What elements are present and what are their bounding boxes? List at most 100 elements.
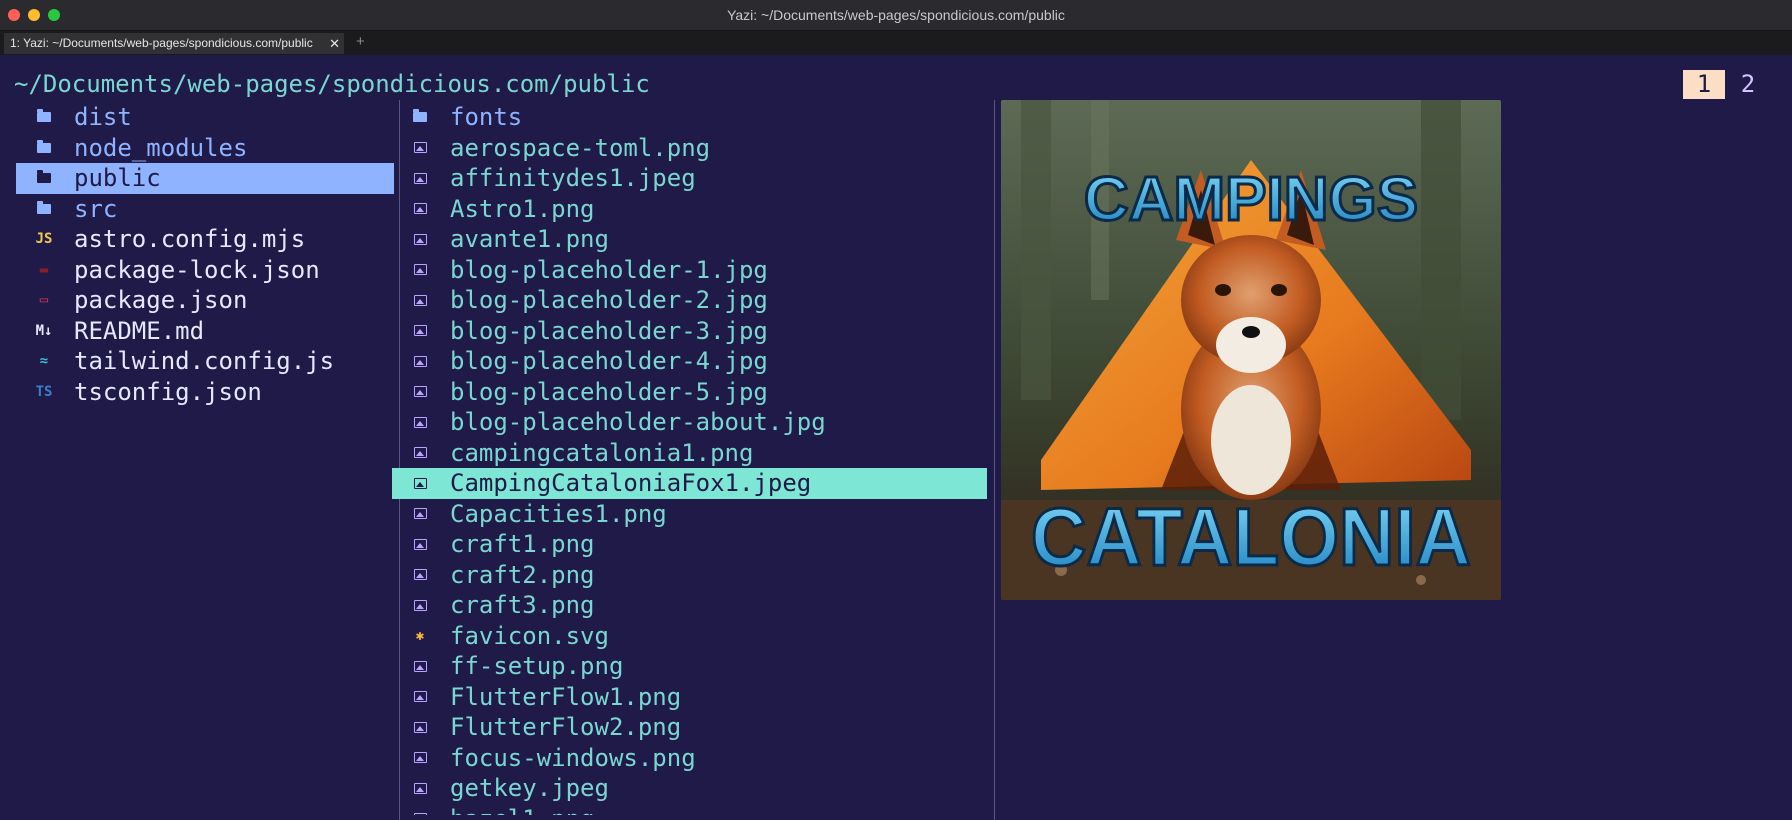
item-name: dist: [74, 103, 132, 132]
list-item[interactable]: campingcatalonia1.png: [392, 438, 987, 469]
list-item[interactable]: craft2.png: [392, 560, 987, 591]
svg-icon: ✱: [415, 627, 425, 644]
list-item[interactable]: blog-placeholder-4.jpg: [392, 346, 987, 377]
workspace-tab-2[interactable]: 2: [1732, 70, 1764, 99]
tab-bar: 1: Yazi: ~/Documents/web-pages/spondicio…: [0, 31, 1792, 55]
tab-yazi[interactable]: 1: Yazi: ~/Documents/web-pages/spondicio…: [4, 33, 344, 54]
list-item[interactable]: src: [16, 194, 394, 225]
list-item[interactable]: getkey.jpeg: [392, 773, 987, 804]
close-tab-icon[interactable]: ✕: [329, 33, 340, 54]
list-item[interactable]: fonts: [392, 102, 987, 133]
item-name: craft1.png: [450, 530, 595, 559]
image-icon: [406, 133, 434, 163]
list-item[interactable]: craft1.png: [392, 529, 987, 560]
item-name: package.json: [74, 286, 248, 315]
list-item[interactable]: ▬ package-lock.json: [16, 255, 394, 286]
image-icon: [406, 743, 434, 773]
image-icon: [406, 316, 434, 346]
list-item[interactable]: hazel1.png: [392, 804, 987, 815]
list-item[interactable]: aerospace-toml.png: [392, 133, 987, 164]
item-name: blog-placeholder-1.jpg: [450, 255, 768, 284]
list-item-selected[interactable]: public: [16, 163, 394, 194]
item-name: focus-windows.png: [450, 743, 696, 772]
item-name: fonts: [450, 103, 523, 132]
image-icon: [406, 407, 434, 437]
list-item[interactable]: ▭ package.json: [16, 285, 394, 316]
list-item[interactable]: focus-windows.png: [392, 743, 987, 774]
item-name: craft3.png: [450, 591, 595, 620]
item-name: CampingCataloniaFox1.jpeg: [450, 469, 812, 498]
list-item[interactable]: blog-placeholder-3.jpg: [392, 316, 987, 347]
list-item[interactable]: affinitydes1.jpeg: [392, 163, 987, 194]
image-icon: [406, 499, 434, 529]
terminal-area: ~/Documents/web-pages/spondicious.com/pu…: [0, 55, 1792, 820]
image-icon: [406, 804, 434, 815]
list-item[interactable]: JS astro.config.mjs: [16, 224, 394, 255]
list-item[interactable]: M↓ README.md: [16, 316, 394, 347]
item-name: blog-placeholder-about.jpg: [450, 408, 826, 437]
item-name: blog-placeholder-5.jpg: [450, 377, 768, 406]
list-item[interactable]: blog-placeholder-1.jpg: [392, 255, 987, 286]
image-icon: [406, 468, 434, 498]
item-name: node_modules: [74, 133, 248, 162]
item-name: astro.config.mjs: [74, 225, 306, 254]
image-icon: [406, 773, 434, 803]
list-item[interactable]: blog-placeholder-about.jpg: [392, 407, 987, 438]
npm-icon: ▬: [39, 261, 49, 278]
item-name: affinitydes1.jpeg: [450, 164, 696, 193]
window-title: Yazi: ~/Documents/web-pages/spondicious.…: [727, 7, 1065, 23]
parent-pane: dist node_modules public src JS astro.config.…: [16, 102, 394, 502]
item-name: craft2.png: [450, 560, 595, 589]
image-icon: [406, 346, 434, 376]
list-item[interactable]: Astro1.png: [392, 194, 987, 225]
tailwind-icon: ≈: [39, 353, 49, 370]
image-icon: [406, 529, 434, 559]
image-icon: [406, 285, 434, 315]
list-item[interactable]: node_modules: [16, 133, 394, 164]
list-item[interactable]: ✱ favicon.svg: [392, 621, 987, 652]
image-preview: CAMPINGS CATALONIA: [1001, 100, 1501, 600]
item-name: tsconfig.json: [74, 377, 262, 406]
current-path: ~/Documents/web-pages/spondicious.com/pu…: [14, 70, 650, 98]
image-icon: [406, 682, 434, 712]
image-icon: [406, 560, 434, 590]
image-icon: [406, 194, 434, 224]
item-name: ff-setup.png: [450, 652, 624, 681]
item-name: package-lock.json: [74, 255, 320, 284]
item-name: blog-placeholder-3.jpg: [450, 316, 768, 345]
pane-divider: [994, 100, 995, 820]
list-item[interactable]: craft3.png: [392, 590, 987, 621]
list-item[interactable]: Capacities1.png: [392, 499, 987, 530]
preview-bottom-text: CATALONIA: [1031, 492, 1471, 583]
list-item[interactable]: avante1.png: [392, 224, 987, 255]
item-name: FlutterFlow2.png: [450, 713, 682, 742]
list-item[interactable]: ≈ tailwind.config.js: [16, 346, 394, 377]
fox-preview-image: CAMPINGS CATALONIA: [1001, 100, 1501, 600]
item-name: getkey.jpeg: [450, 774, 609, 803]
item-name: Capacities1.png: [450, 499, 667, 528]
item-name: Astro1.png: [450, 194, 595, 223]
item-name: FlutterFlow1.png: [450, 682, 682, 711]
list-item[interactable]: blog-placeholder-5.jpg: [392, 377, 987, 408]
workspace-tab-1[interactable]: 1: [1683, 70, 1725, 99]
typescript-icon: TS: [35, 383, 53, 400]
list-item[interactable]: FlutterFlow1.png: [392, 682, 987, 713]
image-icon: [406, 438, 434, 468]
list-item[interactable]: ff-setup.png: [392, 651, 987, 682]
list-item[interactable]: dist: [16, 102, 394, 133]
list-item[interactable]: blog-placeholder-2.jpg: [392, 285, 987, 316]
item-name: avante1.png: [450, 225, 609, 254]
preview-top-text: CAMPINGS: [1084, 165, 1418, 234]
image-icon: [406, 590, 434, 620]
window-titlebar: Yazi: ~/Documents/web-pages/spondicious.…: [0, 0, 1792, 31]
tab-label: 1: Yazi: ~/Documents/web-pages/spondicio…: [10, 36, 313, 50]
image-icon: [406, 255, 434, 285]
list-item-selected[interactable]: CampingCataloniaFox1.jpeg: [392, 468, 987, 499]
list-item[interactable]: TS tsconfig.json: [16, 377, 394, 408]
npm-icon: ▭: [39, 292, 49, 309]
list-item[interactable]: FlutterFlow2.png: [392, 712, 987, 743]
current-pane: fonts aerospace-toml.png affinitydes1.jpeg…: [392, 102, 987, 815]
new-tab-button[interactable]: +: [356, 33, 365, 50]
folder-icon: [30, 163, 58, 193]
image-icon: [406, 224, 434, 254]
